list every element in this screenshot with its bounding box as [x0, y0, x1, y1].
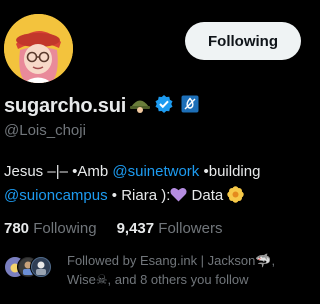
following-label: Following [33, 220, 97, 237]
followed-by-text: Followed by Esang.ink | Jackson🦈, Wise☠,… [67, 253, 276, 287]
profile-handle: @Lois_choji [4, 122, 86, 139]
follow-stats: 780 Following 9,437 Followers [4, 220, 222, 237]
affiliate-badge-icon[interactable] [181, 95, 199, 118]
display-name: sugarcho.sui [4, 95, 127, 117]
purple-heart-icon [170, 187, 187, 204]
bio-text: •building [199, 163, 261, 180]
mention-link-suioncampus[interactable]: @suioncampus [4, 187, 108, 204]
bio-text: Data [187, 187, 228, 204]
profile-avatar[interactable] [4, 14, 73, 83]
bio-text: • Riara ): [107, 187, 171, 204]
following-count: 780 [4, 220, 30, 237]
mention-link-suinetwork[interactable]: @suinetwork [112, 163, 199, 180]
helmet-emoji-icon [129, 93, 151, 120]
following-button[interactable]: Following [185, 22, 301, 60]
followers-count: 9,437 [116, 220, 155, 237]
followers-stat[interactable]: 9,437 Followers [117, 220, 223, 237]
profile-bio: Jesus –|– •Amb @suinetwork •building @su… [4, 160, 304, 208]
bio-text: Jesus –|– •Amb [4, 163, 113, 180]
name-row: sugarcho.sui [4, 93, 199, 120]
verified-badge-icon[interactable] [154, 94, 174, 119]
follower-avatar [30, 256, 52, 278]
followers-label: Followers [158, 220, 223, 237]
blossom-icon [227, 186, 245, 204]
following-stat[interactable]: 780 Following [4, 220, 97, 237]
avatar-cartoon-icon [4, 14, 73, 83]
followed-by-section[interactable]: Followed by Esang.ink | Jackson🦈, Wise☠,… [4, 250, 309, 290]
